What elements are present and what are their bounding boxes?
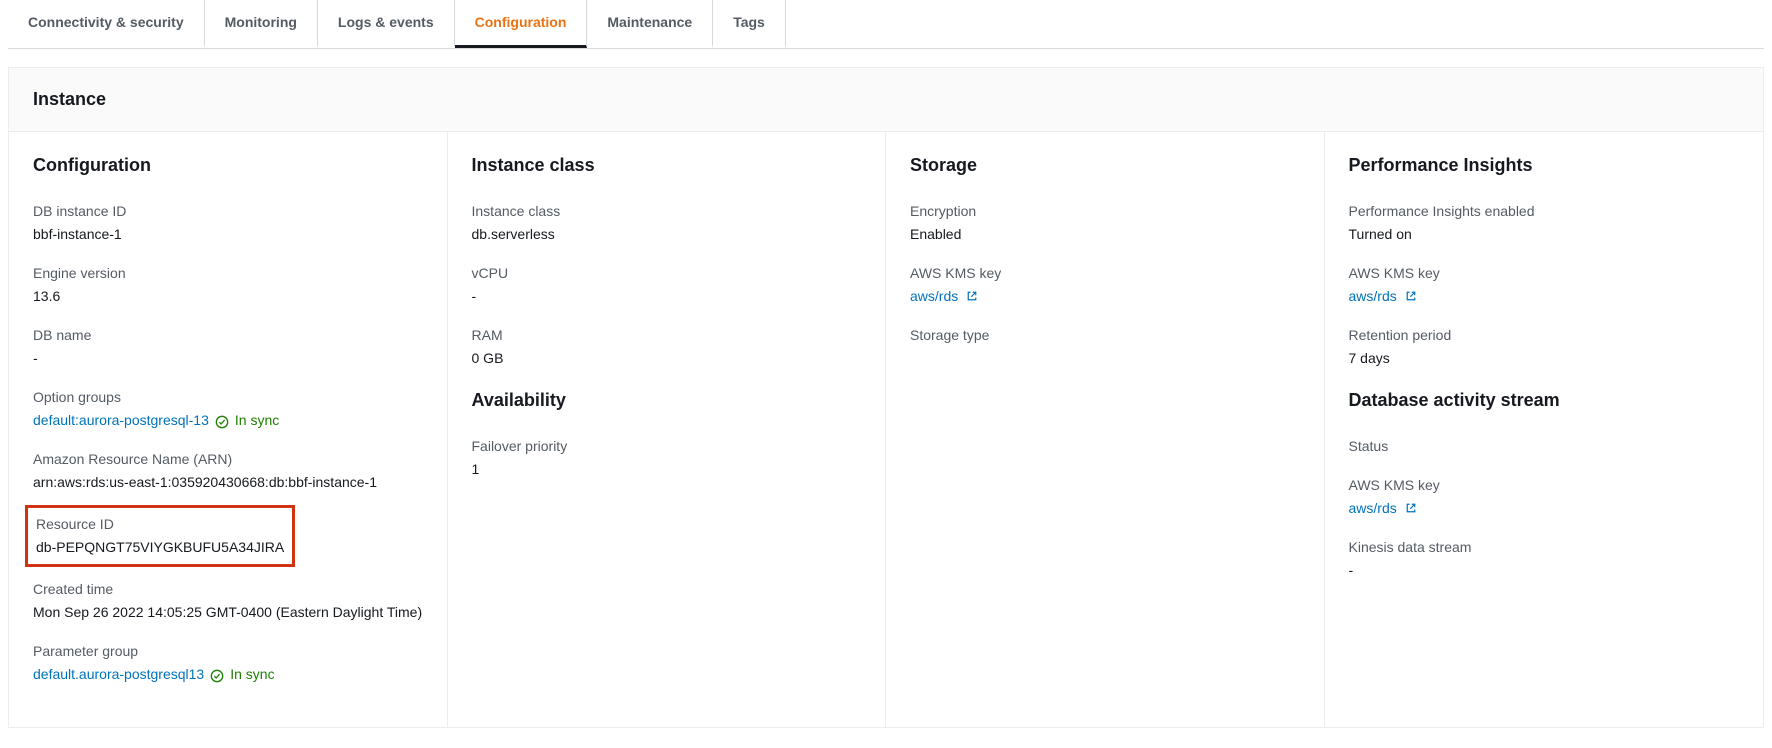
value-failover-priority: 1 [472,459,862,480]
section-title-availability: Availability [472,387,862,414]
external-link-icon [1405,499,1417,511]
external-link-icon [1405,287,1417,299]
label-option-groups: Option groups [33,387,423,408]
label-resource-id: Resource ID [36,514,284,535]
label-failover-priority: Failover priority [472,436,862,457]
value-retention: 7 days [1349,348,1740,369]
label-das-kms-key: AWS KMS key [1349,475,1740,496]
value-arn: arn:aws:rds:us-east-1:035920430668:db:bb… [33,472,423,493]
label-ram: RAM [472,325,862,346]
section-title-instance-class: Instance class [472,152,862,179]
panel-title: Instance [9,68,1763,132]
status-parameter-group: In sync [230,664,274,685]
label-parameter-group: Parameter group [33,641,423,662]
value-kinesis: - [1349,560,1740,581]
check-circle-icon [215,414,229,428]
section-title-configuration: Configuration [33,152,423,179]
label-pi-enabled: Performance Insights enabled [1349,201,1740,222]
panel-body: Configuration DB instance ID bbf-instanc… [9,132,1763,727]
value-ram: 0 GB [472,348,862,369]
label-db-name: DB name [33,325,423,346]
label-kinesis: Kinesis data stream [1349,537,1740,558]
link-parameter-group[interactable]: default.aurora-postgresql13 [33,664,204,685]
col-configuration: Configuration DB instance ID bbf-instanc… [9,132,448,727]
col-instance-class: Instance class Instance class db.serverl… [448,132,887,727]
link-pi-kms-key[interactable]: aws/rds [1349,288,1417,304]
tab-monitoring[interactable]: Monitoring [205,0,318,48]
section-title-activity-stream: Database activity stream [1349,387,1740,414]
label-pi-kms-key: AWS KMS key [1349,263,1740,284]
tab-tags[interactable]: Tags [713,0,786,48]
col-performance-insights: Performance Insights Performance Insight… [1325,132,1764,727]
section-title-storage: Storage [910,152,1300,179]
external-link-icon [966,287,978,299]
label-storage-kms-key: AWS KMS key [910,263,1300,284]
value-instance-class: db.serverless [472,224,862,245]
tab-configuration[interactable]: Configuration [455,0,588,48]
value-created-time: Mon Sep 26 2022 14:05:25 GMT-0400 (Easte… [33,602,423,623]
tabs-bar: Connectivity & security Monitoring Logs … [8,0,1764,49]
resource-id-highlight: Resource ID db-PEPQNGT75VIYGKBUFU5A34JIR… [25,505,295,567]
label-das-status: Status [1349,436,1740,457]
value-engine-version: 13.6 [33,286,423,307]
label-vcpu: vCPU [472,263,862,284]
link-das-kms-key-text: aws/rds [1349,500,1397,516]
value-vcpu: - [472,286,862,307]
value-encryption: Enabled [910,224,1300,245]
tab-logs-events[interactable]: Logs & events [318,0,455,48]
tab-connectivity-security[interactable]: Connectivity & security [8,0,205,48]
value-resource-id: db-PEPQNGT75VIYGKBUFU5A34JIRA [36,537,284,558]
value-db-name: - [33,348,423,369]
label-created-time: Created time [33,579,423,600]
label-instance-class: Instance class [472,201,862,222]
value-pi-enabled: Turned on [1349,224,1740,245]
instance-panel: Instance Configuration DB instance ID bb… [8,67,1764,728]
value-db-instance-id: bbf-instance-1 [33,224,423,245]
label-db-instance-id: DB instance ID [33,201,423,222]
link-storage-kms-key-text: aws/rds [910,288,958,304]
link-das-kms-key[interactable]: aws/rds [1349,500,1417,516]
check-circle-icon [210,668,224,682]
link-storage-kms-key[interactable]: aws/rds [910,288,978,304]
label-encryption: Encryption [910,201,1300,222]
label-storage-type: Storage type [910,325,1300,346]
label-arn: Amazon Resource Name (ARN) [33,449,423,470]
status-option-group: In sync [235,410,279,431]
label-retention: Retention period [1349,325,1740,346]
section-title-performance-insights: Performance Insights [1349,152,1740,179]
link-pi-kms-key-text: aws/rds [1349,288,1397,304]
col-storage: Storage Encryption Enabled AWS KMS key a… [886,132,1325,727]
tab-maintenance[interactable]: Maintenance [587,0,713,48]
link-option-group[interactable]: default:aurora-postgresql-13 [33,410,209,431]
label-engine-version: Engine version [33,263,423,284]
